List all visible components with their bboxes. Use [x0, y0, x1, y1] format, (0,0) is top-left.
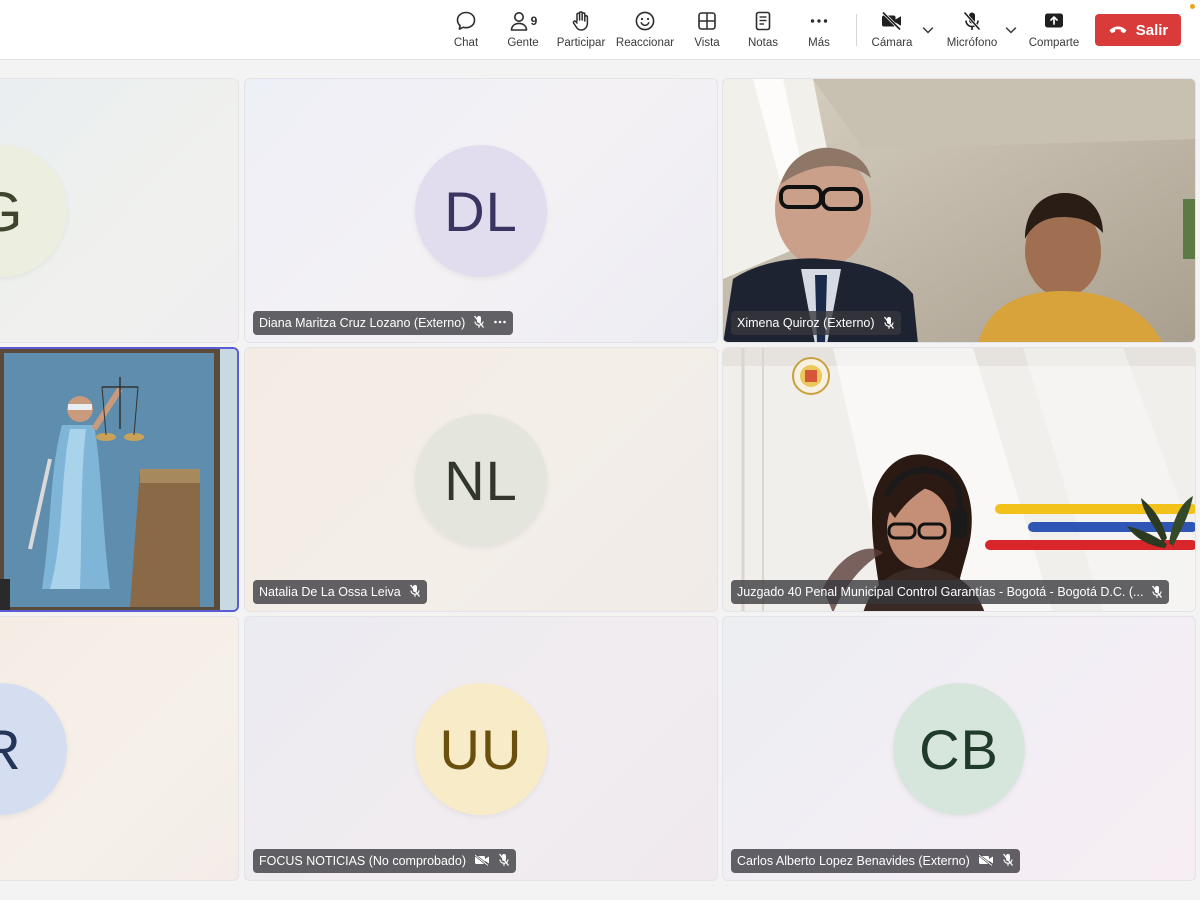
- chat-icon: [455, 8, 477, 34]
- avatar: R: [0, 683, 67, 815]
- microphone-options-chevron-icon[interactable]: [1003, 22, 1019, 38]
- participant-tile-cb[interactable]: CB Carlos Alberto Lopez Benavides (Exter…: [722, 616, 1196, 881]
- react-button[interactable]: Reaccionar: [613, 8, 677, 54]
- meeting-toolbar: Chat 9 Gente Participar Reaccionar Vista…: [0, 0, 1200, 60]
- react-label: Reaccionar: [615, 37, 675, 49]
- camera-off-icon: [474, 853, 490, 869]
- participant-video-tile-xq[interactable]: Ximena Quiroz (Externo): [722, 78, 1196, 343]
- leave-button[interactable]: Salir: [1095, 14, 1181, 46]
- grid-view-icon: [696, 8, 718, 34]
- people-label: Gente: [507, 37, 539, 49]
- participant-nametag: Juzgado 40 Penal Municipal Control Garan…: [731, 580, 1170, 604]
- video-feed: [0, 349, 237, 610]
- microphone-button[interactable]: Micrófono: [940, 8, 1004, 54]
- camera-off-icon: [880, 8, 904, 34]
- avatar: DL: [415, 145, 547, 277]
- share-button[interactable]: Comparte: [1022, 8, 1086, 54]
- smiley-icon: [634, 8, 656, 34]
- avatar: CB: [893, 683, 1025, 815]
- microphone-label: Micrófono: [946, 37, 998, 49]
- mic-muted-icon: [409, 584, 421, 601]
- participant-tile-g[interactable]: G: [0, 78, 239, 343]
- video-feed: [723, 348, 1195, 611]
- participant-tile-nl[interactable]: NL Natalia De La Ossa Leiva: [244, 347, 718, 612]
- hand-icon: [570, 8, 592, 34]
- camera-off-icon: [978, 853, 994, 869]
- microphone-off-icon: [961, 8, 983, 34]
- participant-name: Carlos Alberto Lopez Benavides (Externo): [737, 854, 970, 868]
- hang-up-icon: [1109, 26, 1127, 34]
- toolbar-divider: [856, 14, 857, 46]
- participant-video-tile-juzgado[interactable]: Juzgado 40 Penal Municipal Control Garan…: [722, 347, 1196, 612]
- participant-video-tile-justice-painting[interactable]: [0, 347, 239, 612]
- more-dots-icon: [808, 8, 830, 34]
- camera-options-chevron-icon[interactable]: [920, 22, 936, 38]
- participant-tile-dl[interactable]: DL Diana Maritza Cruz Lozano (Externo): [244, 78, 718, 343]
- participant-name: Diana Maritza Cruz Lozano (Externo): [259, 316, 466, 330]
- participant-name: Natalia De La Ossa Leiva: [259, 585, 401, 599]
- raise-hand-label: Participar: [556, 37, 606, 49]
- participant-name: FOCUS NOTICIAS (No comprobado): [259, 854, 466, 868]
- view-button[interactable]: Vista: [675, 8, 739, 54]
- more-label: Más: [808, 37, 830, 49]
- people-icon: [510, 12, 527, 31]
- notes-icon: [752, 8, 774, 34]
- people-count: 9: [530, 14, 538, 28]
- notes-button[interactable]: Notas: [731, 8, 795, 54]
- participant-name: Ximena Quiroz (Externo): [737, 316, 875, 330]
- more-button[interactable]: Más: [787, 8, 851, 54]
- avatar: G: [0, 145, 67, 277]
- share-screen-icon: [1043, 8, 1065, 34]
- mic-muted-icon: [498, 853, 510, 870]
- participant-nametag: Carlos Alberto Lopez Benavides (Externo): [731, 849, 1020, 873]
- participant-nametag: FOCUS NOTICIAS (No comprobado): [253, 849, 516, 873]
- participant-nametag: Ximena Quiroz (Externo): [731, 311, 901, 335]
- video-feed: [723, 79, 1195, 342]
- participant-nametag: Diana Maritza Cruz Lozano (Externo): [253, 311, 514, 335]
- leave-label: Salir: [1135, 21, 1169, 39]
- notification-dot: [1190, 4, 1195, 9]
- avatar: UU: [415, 683, 547, 815]
- avatar: NL: [415, 414, 547, 546]
- participant-name: Juzgado 40 Penal Municipal Control Garan…: [737, 585, 1144, 599]
- notes-label: Notas: [747, 37, 779, 49]
- chat-button[interactable]: Chat: [434, 8, 498, 54]
- people-button[interactable]: 9 Gente: [491, 8, 555, 54]
- camera-button[interactable]: Cámara: [860, 8, 924, 54]
- share-label: Comparte: [1028, 37, 1080, 49]
- participant-tile-r[interactable]: R: [0, 616, 239, 881]
- mic-muted-icon: [1151, 585, 1163, 599]
- mic-muted-icon: [473, 315, 485, 332]
- more-options-icon[interactable]: [493, 315, 507, 332]
- view-label: Vista: [694, 37, 720, 49]
- participant-nametag: Natalia De La Ossa Leiva: [253, 580, 427, 604]
- chat-label: Chat: [453, 37, 479, 49]
- mic-muted-icon: [883, 316, 895, 330]
- camera-label: Cámara: [871, 37, 913, 49]
- participant-tile-uu[interactable]: UU FOCUS NOTICIAS (No comprobado): [244, 616, 718, 881]
- mic-muted-icon: [1002, 853, 1014, 870]
- raise-hand-button[interactable]: Participar: [549, 8, 613, 54]
